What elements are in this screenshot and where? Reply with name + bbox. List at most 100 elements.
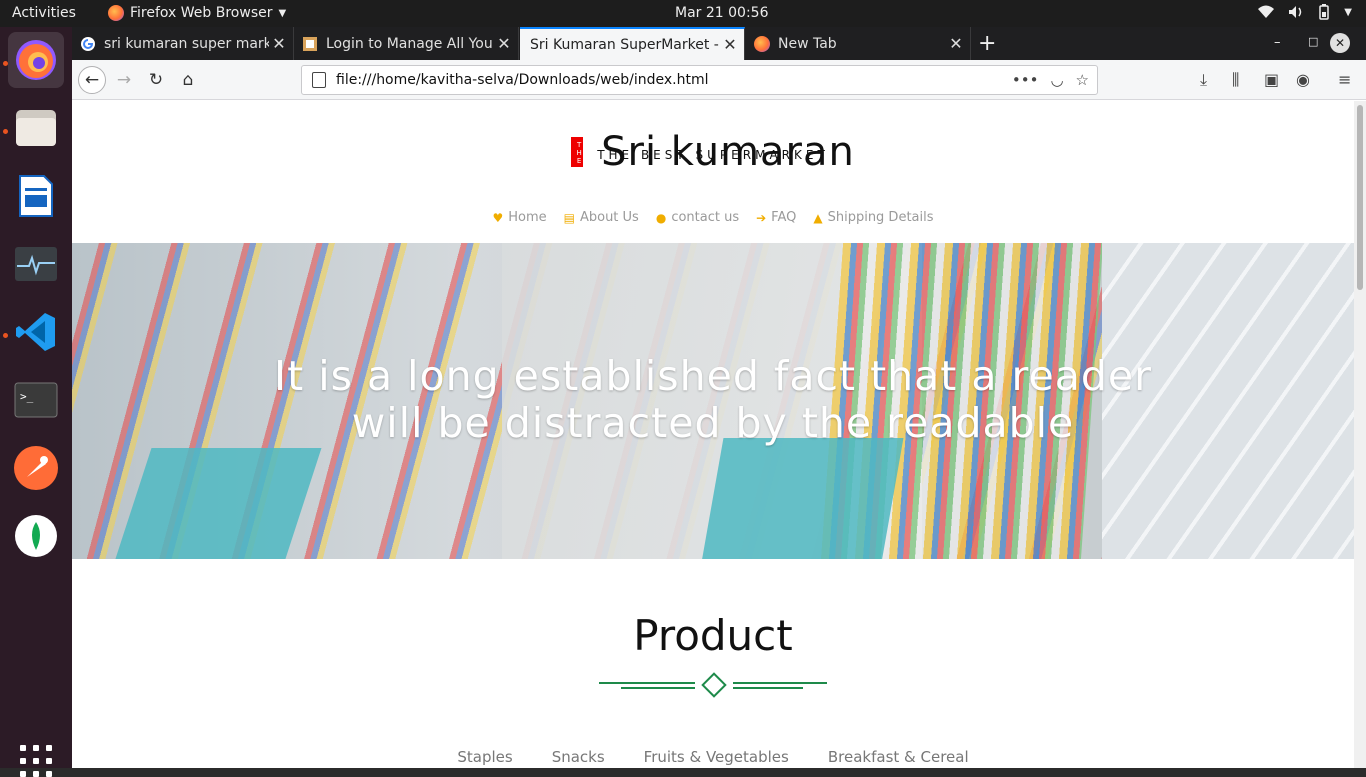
menu-item-label: About Us (579, 210, 639, 225)
tab-login[interactable]: Login to Manage All Your ✕ (294, 27, 519, 60)
system-tray[interactable]: ▼ (1258, 4, 1352, 20)
show-applications-button[interactable] (20, 745, 52, 777)
library-icon[interactable]: ⫼ (1232, 70, 1239, 90)
firefox-window: sri kumaran super market ✕ Login to Mana… (72, 27, 1366, 768)
tab-sri-kumaran-supermarket[interactable]: Sri Kumaran SuperMarket - c ✕ (520, 27, 745, 60)
minimize-button[interactable]: – (1274, 35, 1281, 50)
close-tab-icon[interactable]: ✕ (494, 34, 514, 53)
product-categories: Staples Snacks Fruits & Vegetables Break… (72, 748, 1354, 766)
section-title: Product (633, 611, 793, 660)
tab-bar: sri kumaran super market ✕ Login to Mana… (72, 27, 1366, 60)
url-text[interactable]: file:///home/kavitha-selva/Downloads/web… (336, 72, 1012, 88)
page-viewport: THE Sri kumaran THE BEST SUPERMARKET ♥ H… (72, 101, 1366, 768)
vscode-icon (16, 313, 55, 351)
chevron-down-icon: ▼ (1344, 6, 1352, 18)
tab-title: New Tab (778, 35, 837, 52)
close-tab-icon[interactable]: ✕ (269, 34, 289, 53)
heart-icon: ♥ (492, 210, 504, 225)
forward-button[interactable]: → (110, 66, 138, 94)
hero-banner: It is a long established fact that a rea… (72, 243, 1354, 559)
dock-files[interactable] (8, 100, 64, 156)
menu-item-about-us[interactable]: ▤ About Us (564, 210, 639, 225)
battery-icon (1319, 4, 1330, 20)
menu-item-contact-us[interactable]: ● contact us (656, 210, 739, 225)
firefox-icon (108, 5, 124, 21)
firefox-icon (16, 40, 56, 80)
menu-item-shipping-details[interactable]: ▲ Shipping Details (813, 210, 933, 225)
dock-system-monitor[interactable] (8, 236, 64, 292)
dock-postman[interactable] (8, 440, 64, 496)
category-tab-snacks[interactable]: Snacks (552, 748, 605, 766)
home-button[interactable]: ⌂ (174, 66, 202, 94)
app-menu-label: Firefox Web Browser (130, 5, 273, 21)
folder-icon (16, 110, 56, 146)
main-menu: ♥ Home ▤ About Us ● contact us ➔ FAQ ▲ S… (72, 210, 1354, 225)
document-icon: ▤ (563, 210, 575, 225)
clock[interactable]: Mar 21 00:56 (675, 5, 768, 21)
menu-item-home[interactable]: ♥ Home (492, 210, 546, 225)
activities-button[interactable]: Activities (12, 5, 76, 21)
firefox-icon (754, 35, 770, 52)
svg-text:>_: >_ (20, 390, 34, 403)
bookmark-star-icon[interactable]: ☆ (1076, 71, 1089, 89)
postman-icon (14, 446, 58, 490)
arrow-right-icon: ➔ (756, 210, 767, 225)
back-button[interactable]: ← (78, 66, 106, 94)
close-tab-icon[interactable]: ✕ (946, 34, 966, 53)
page-scrollbar[interactable] (1354, 101, 1366, 768)
category-tab-staples[interactable]: Staples (457, 748, 512, 766)
menu-item-faq[interactable]: ➔ FAQ (756, 210, 796, 225)
system-top-bar: Activities Firefox Web Browser ▼ Mar 21 … (0, 0, 1366, 27)
sidebar-icon[interactable]: ▣ (1264, 70, 1279, 89)
menu-item-label: Shipping Details (827, 210, 934, 225)
pocket-icon[interactable]: ◡ (1050, 71, 1063, 89)
maximize-button[interactable]: □ (1308, 35, 1318, 48)
tab-title: sri kumaran super market (104, 35, 269, 52)
url-bar[interactable]: file:///home/kavitha-selva/Downloads/web… (301, 65, 1098, 95)
system-monitor-icon (15, 247, 57, 281)
tab-sri-kumaran-search[interactable]: sri kumaran super market ✕ (72, 27, 294, 60)
diamond-icon (701, 672, 727, 698)
navigation-toolbar: ← → ↻ ⌂ file:///home/kavitha-selva/Downl… (72, 60, 1366, 100)
dock-firefox[interactable] (8, 32, 64, 88)
dock-terminal[interactable]: >_ (8, 372, 64, 428)
wifi-icon (1258, 5, 1275, 18)
ubuntu-dock: >_ (0, 27, 72, 777)
app-menu[interactable]: Firefox Web Browser ▼ (108, 5, 286, 21)
close-tab-icon[interactable]: ✕ (720, 35, 740, 54)
category-tab-breakfast-cereal[interactable]: Breakfast & Cereal (828, 748, 969, 766)
scrollbar-thumb[interactable] (1357, 105, 1363, 290)
new-tab-button[interactable]: + (978, 31, 996, 56)
dock-mongodb-compass[interactable] (8, 508, 64, 564)
reload-button[interactable]: ↻ (142, 66, 170, 94)
tab-new-tab[interactable]: New Tab ✕ (746, 27, 971, 60)
tab-title: Sri Kumaran SuperMarket - c (530, 36, 720, 53)
truck-icon: ▲ (813, 210, 823, 225)
page-info-icon[interactable] (312, 72, 326, 88)
logo-tagline: THE BEST SUPERMARKET (597, 148, 829, 162)
site-favicon-icon (303, 36, 317, 51)
dock-writer[interactable] (8, 168, 64, 224)
menu-item-label: contact us (671, 210, 740, 225)
section-divider (599, 672, 829, 698)
category-tab-fruits-vegetables[interactable]: Fruits & Vegetables (644, 748, 789, 766)
menu-item-label: FAQ (771, 210, 797, 225)
account-icon[interactable]: ◉ (1296, 70, 1310, 89)
dock-vscode[interactable] (8, 304, 64, 360)
hamburger-menu-icon[interactable]: ≡ (1338, 70, 1351, 89)
chevron-down-icon: ▼ (278, 7, 287, 19)
tab-title: Login to Manage All Your (326, 35, 494, 52)
reload-icon: ↻ (148, 70, 164, 90)
arrow-left-icon: ← (84, 70, 100, 90)
arrow-right-icon: → (116, 70, 132, 90)
page-actions-icon[interactable]: ••• (1012, 71, 1039, 89)
document-writer-icon (19, 175, 53, 217)
volume-icon (1289, 6, 1302, 18)
downloads-icon[interactable]: ⤓ (1200, 70, 1207, 90)
terminal-icon: >_ (14, 382, 58, 418)
close-window-button[interactable]: ✕ (1330, 33, 1350, 53)
app-grid-icon (20, 745, 26, 751)
mongodb-icon (15, 515, 57, 557)
user-icon: ● (655, 210, 667, 225)
google-icon (81, 36, 95, 51)
